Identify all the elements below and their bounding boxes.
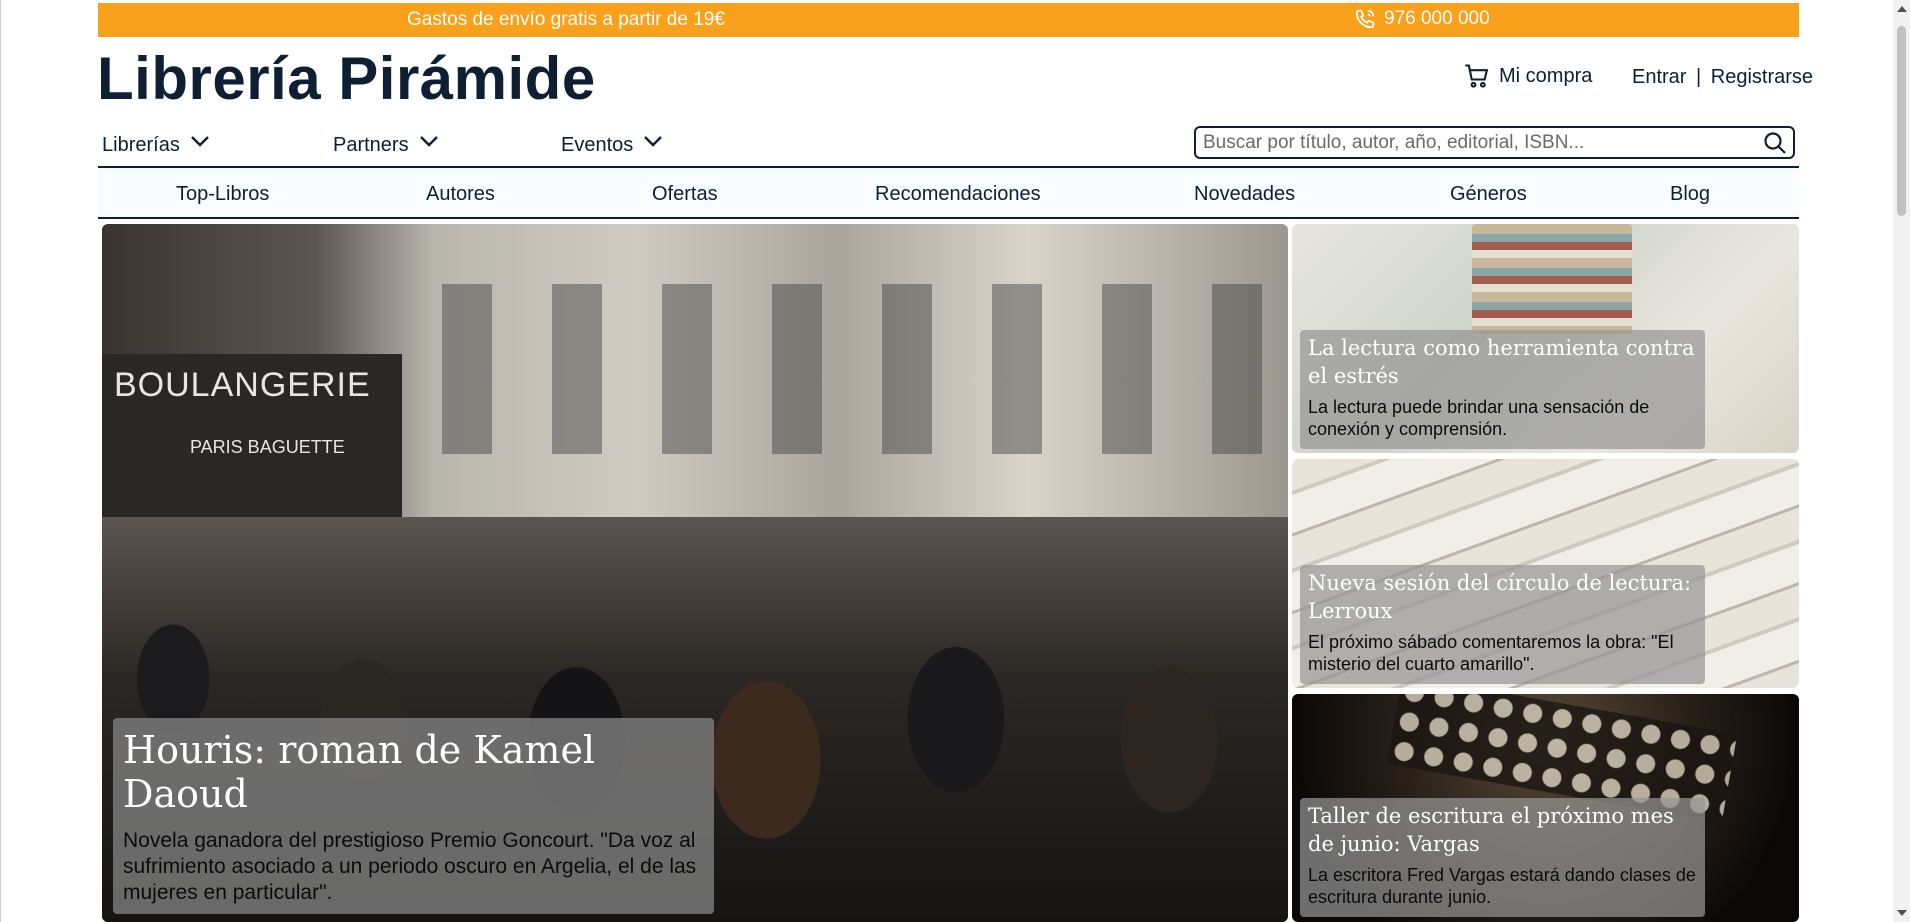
register-link[interactable]: Registrarse xyxy=(1711,66,1813,88)
phone-number: 976 000 000 xyxy=(1384,8,1490,29)
hero-image-building xyxy=(402,284,1262,454)
promo-bar: Gastos de envío gratis a partir de 19€ 9… xyxy=(98,3,1799,37)
hero-caption: Houris: roman de Kamel Daoud Novela gana… xyxy=(113,718,714,914)
phone-contact[interactable]: 976 000 000 xyxy=(1354,8,1490,30)
hero-feature-card[interactable]: BOULANGERIE PARIS BAGUETTE Houris: roman… xyxy=(102,224,1288,922)
main-nav: Top-Libros Autores Ofertas Recomendacion… xyxy=(98,166,1799,219)
search-box xyxy=(1194,126,1795,159)
scroll-thumb[interactable] xyxy=(1897,26,1906,216)
dropdown-label: Partners xyxy=(333,134,409,156)
cart-label: Mi compra xyxy=(1499,64,1593,87)
dropdown-librerias[interactable]: Librerías xyxy=(102,134,210,157)
side-card-caption: La lectura como herramienta contra el es… xyxy=(1300,330,1705,449)
side-card-caption: Nueva sesión del círculo de lectura: Ler… xyxy=(1300,565,1705,684)
page-scrollbar[interactable] xyxy=(1893,0,1910,922)
side-card-description: El próximo sábado comentaremos la obra: … xyxy=(1308,632,1674,674)
dropdown-eventos[interactable]: Eventos xyxy=(561,134,663,157)
search-icon[interactable] xyxy=(1763,131,1787,155)
free-shipping-text: Gastos de envío gratis a partir de 19€ xyxy=(407,9,725,30)
scroll-up-arrow-icon[interactable] xyxy=(1897,6,1907,12)
chevron-down-icon xyxy=(644,135,663,147)
dropdown-label: Librerías xyxy=(102,134,180,156)
side-card-description: La escritora Fred Vargas estará dando cl… xyxy=(1308,865,1696,907)
side-card-taller-escritura[interactable]: Taller de escritura el próximo mes de ju… xyxy=(1292,694,1799,922)
side-card-title[interactable]: La lectura como herramienta contra el es… xyxy=(1308,334,1697,390)
site-logo[interactable]: Librería Pirámide xyxy=(97,44,596,113)
side-card-title[interactable]: Taller de escritura el próximo mes de ju… xyxy=(1308,802,1697,858)
auth-links: Entrar | Registrarse xyxy=(1632,66,1813,89)
nav-item-generos[interactable]: Géneros xyxy=(1450,183,1527,206)
hero-title[interactable]: Houris: roman de Kamel Daoud xyxy=(123,728,704,816)
chevron-down-icon xyxy=(190,135,209,147)
search-input[interactable] xyxy=(1196,128,1736,157)
cart-icon xyxy=(1465,64,1489,88)
cart-button[interactable]: Mi compra xyxy=(1463,62,1592,90)
side-card-circulo-lectura[interactable]: Nueva sesión del círculo de lectura: Ler… xyxy=(1292,459,1799,688)
auth-separator: | xyxy=(1696,66,1702,88)
hero-image-subsign: PARIS BAGUETTE xyxy=(190,437,345,457)
scroll-down-arrow-icon[interactable] xyxy=(1897,910,1907,916)
books-stack-image xyxy=(1472,224,1632,334)
nav-item-autores[interactable]: Autores xyxy=(426,183,495,206)
hero-description: Novela ganadora del prestigioso Premio G… xyxy=(123,829,697,904)
nav-item-ofertas[interactable]: Ofertas xyxy=(652,183,718,206)
side-card-description: La lectura puede brindar una sensación d… xyxy=(1308,397,1650,439)
hero-image-sign: BOULANGERIE xyxy=(114,366,371,404)
side-card-title[interactable]: Nueva sesión del círculo de lectura: Ler… xyxy=(1308,569,1697,625)
chevron-down-icon xyxy=(419,135,438,147)
phone-icon xyxy=(1355,9,1375,29)
nav-item-top-libros[interactable]: Top-Libros xyxy=(176,183,269,206)
nav-item-blog[interactable]: Blog xyxy=(1670,183,1710,206)
dropdown-partners[interactable]: Partners xyxy=(333,134,439,157)
side-card-caption: Taller de escritura el próximo mes de ju… xyxy=(1300,798,1705,917)
side-card-lectura-estres[interactable]: La lectura como herramienta contra el es… xyxy=(1292,224,1799,453)
page: Gastos de envío gratis a partir de 19€ 9… xyxy=(0,0,1910,922)
nav-item-recomendaciones[interactable]: Recomendaciones xyxy=(875,183,1041,206)
login-link[interactable]: Entrar xyxy=(1632,66,1686,88)
nav-item-novedades[interactable]: Novedades xyxy=(1194,183,1295,206)
dropdown-label: Eventos xyxy=(561,134,634,156)
